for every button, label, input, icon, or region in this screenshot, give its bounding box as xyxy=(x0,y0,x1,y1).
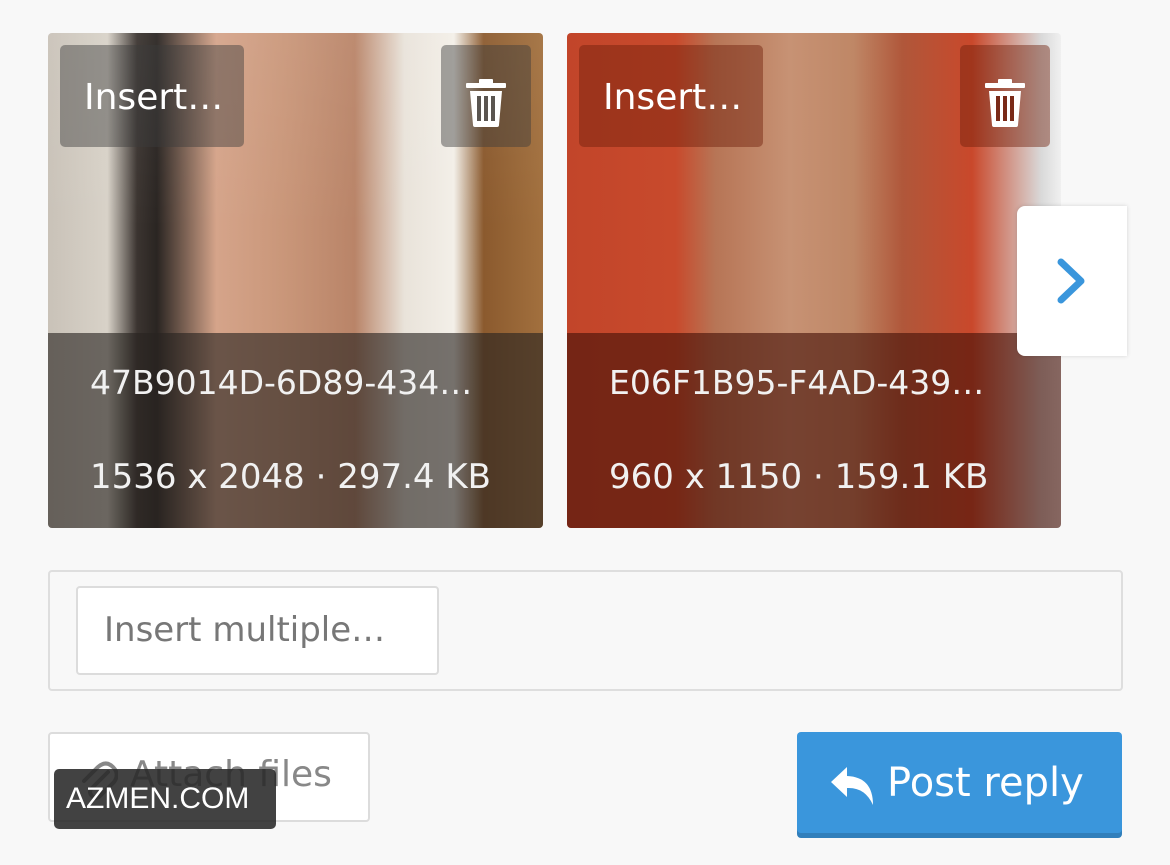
insert-label: Insert… xyxy=(603,77,743,118)
delete-button[interactable] xyxy=(960,45,1050,147)
carousel-next-button[interactable] xyxy=(1017,206,1127,356)
post-reply-label: Post reply xyxy=(887,760,1084,806)
attachment-meta: 1536 x 2048 · 297.4 KB xyxy=(90,457,491,497)
insert-multiple-label: Insert multiple… xyxy=(104,610,386,650)
delete-button[interactable] xyxy=(441,45,531,147)
insert-multiple-button[interactable]: Insert multiple… xyxy=(76,586,439,675)
trash-icon xyxy=(985,79,1025,127)
insert-button[interactable]: Insert… xyxy=(579,45,763,147)
chevron-right-icon xyxy=(1057,258,1085,304)
insert-label: Insert… xyxy=(84,77,224,118)
attachment-info: 47B9014D-6D89-434… 1536 x 2048 · 297.4 K… xyxy=(48,333,543,528)
attachment-card[interactable]: Insert… E06F1B95-F4AD-439… 960 x 1150 · … xyxy=(567,33,1061,528)
insert-button[interactable]: Insert… xyxy=(60,45,244,147)
watermark: AZMEN.COM xyxy=(54,769,276,829)
attachment-panel: Insert… 47B9014D-6D89-434… 1536 x 2048 ·… xyxy=(0,0,1170,865)
attachment-meta: 960 x 1150 · 159.1 KB xyxy=(609,457,989,497)
watermark-text: AZMEN.COM xyxy=(66,782,250,815)
trash-icon xyxy=(466,79,506,127)
insert-multiple-bar: Insert multiple… xyxy=(48,570,1123,691)
attachment-filename: 47B9014D-6D89-434… xyxy=(90,363,473,402)
attachment-card[interactable]: Insert… 47B9014D-6D89-434… 1536 x 2048 ·… xyxy=(48,33,543,528)
attachment-info: E06F1B95-F4AD-439… 960 x 1150 · 159.1 KB xyxy=(567,333,1061,528)
post-reply-button[interactable]: Post reply xyxy=(797,732,1122,838)
reply-icon xyxy=(831,767,873,805)
attachment-filename: E06F1B95-F4AD-439… xyxy=(609,363,985,402)
